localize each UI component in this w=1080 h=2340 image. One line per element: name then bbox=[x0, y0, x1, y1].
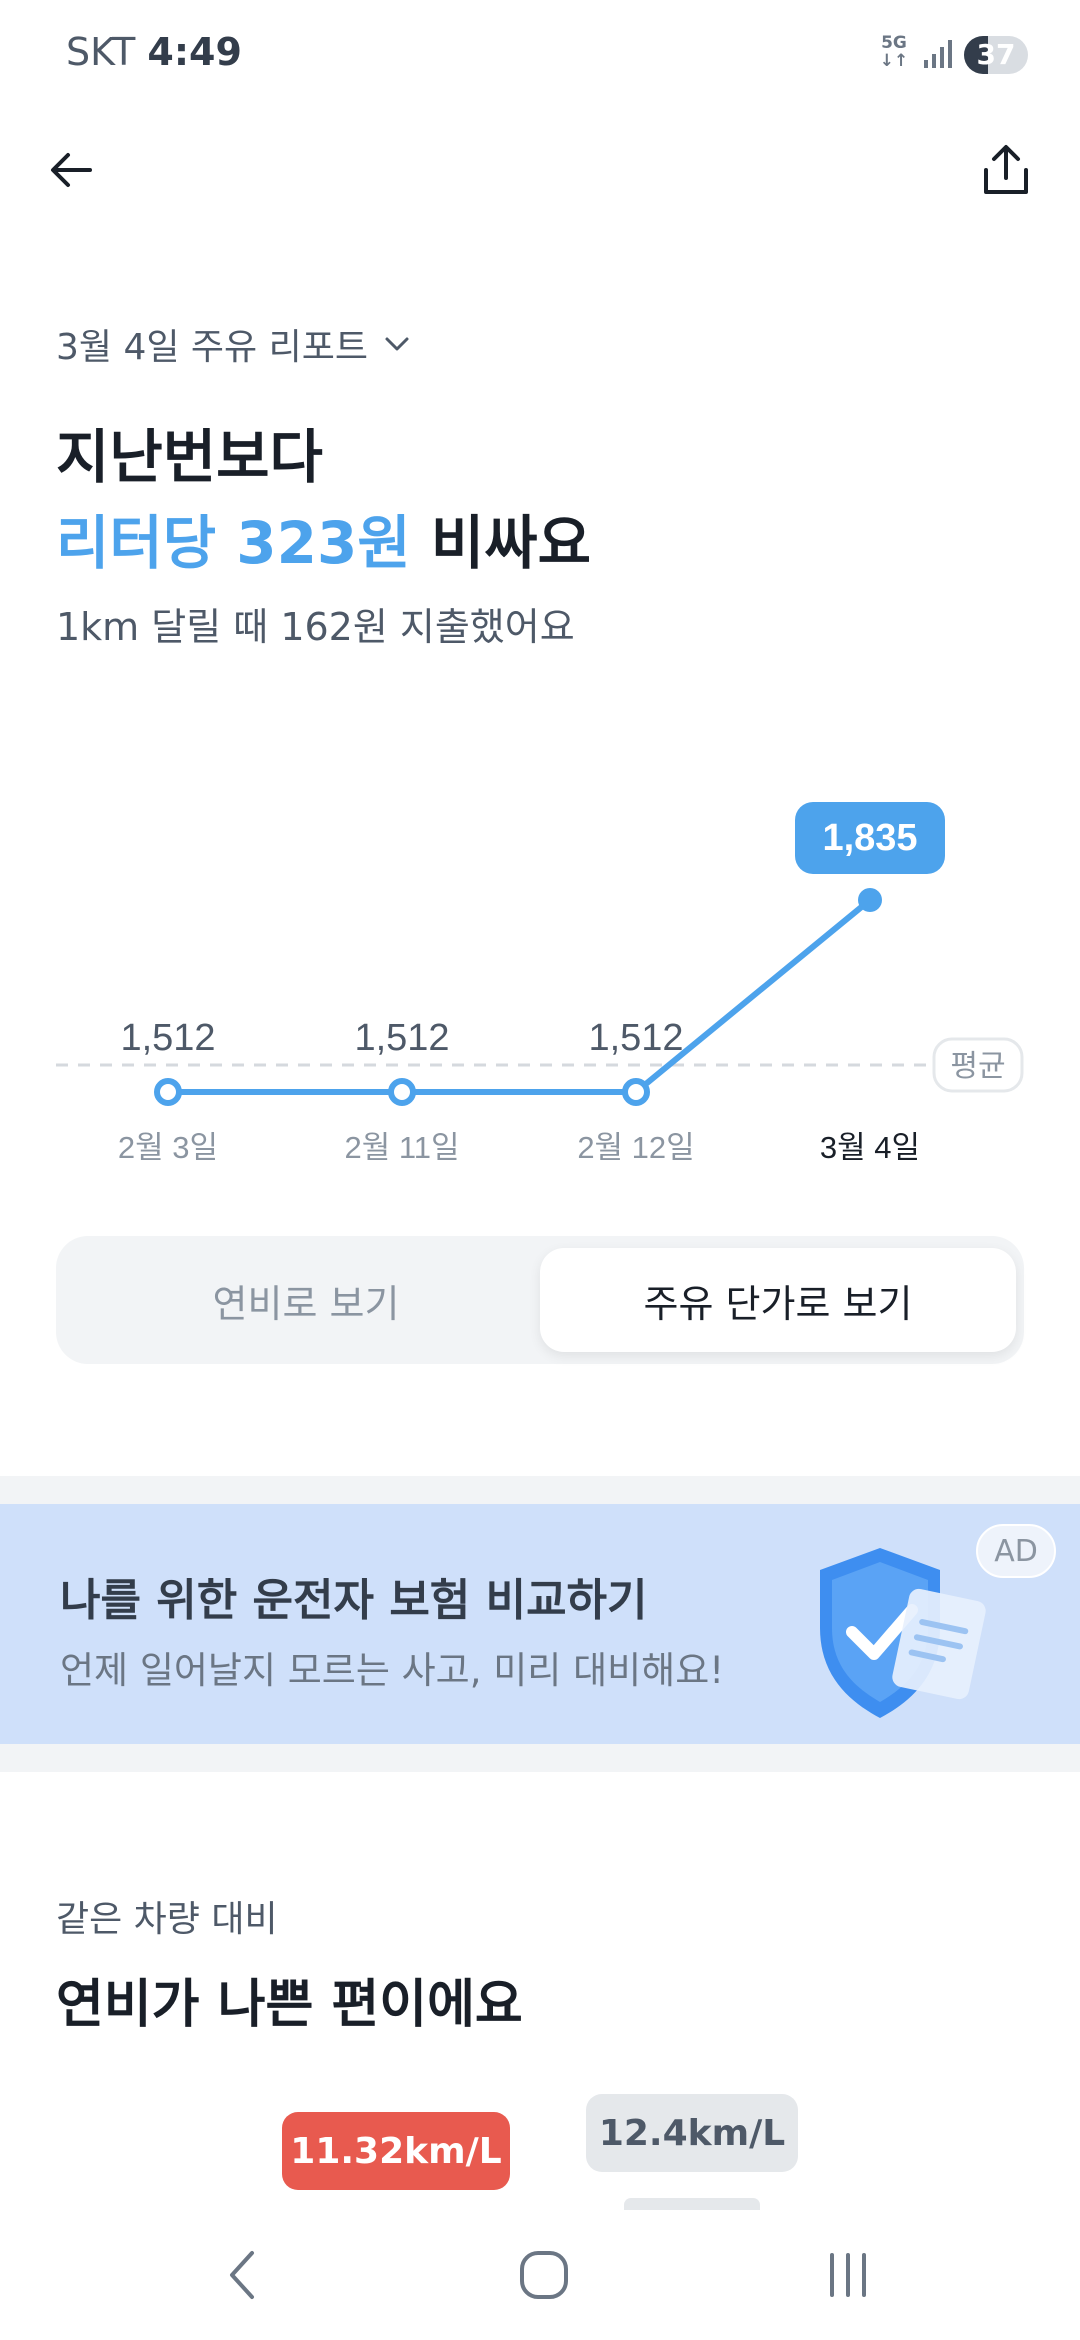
status-bar: SKT 4:49 5G ↓↑ 37 bbox=[0, 0, 1080, 110]
network-5g-icon: 5G ↓↑ bbox=[879, 33, 909, 71]
report-date-selector[interactable]: 3월 4일 주유 리포트 bbox=[56, 318, 410, 370]
data-point-highlight bbox=[858, 888, 882, 912]
chevron-down-icon bbox=[385, 337, 409, 351]
fuel-price-chart-svg: 평균 1,512 2월 3일 1,512 2월 11일 1,512 2월 12일 1,835 3… bbox=[56, 802, 1024, 1165]
headline-accent: 리터당 323원 bbox=[56, 509, 411, 577]
signal-icon bbox=[924, 40, 952, 68]
headline-rest: 비싸요 bbox=[410, 509, 591, 577]
back-button[interactable] bbox=[32, 130, 112, 210]
data-label-highlight: 1,835 bbox=[822, 817, 917, 859]
data-point bbox=[388, 1078, 416, 1106]
ad-subtitle: 언제 일어날지 모르는 사고, 미리 대비해요! bbox=[60, 1649, 725, 1692]
data-point bbox=[154, 1078, 182, 1106]
price-series-line bbox=[168, 897, 872, 1095]
comparison-label: 같은 차량 대비 bbox=[56, 1899, 278, 1940]
report-date-label: 3월 4일 주유 리포트 bbox=[56, 327, 368, 368]
average-fuel-efficiency-badge: 12.4km/L bbox=[586, 2094, 798, 2172]
ad-title: 나를 위한 운전자 보험 비교하기 bbox=[60, 1575, 648, 1626]
system-nav-bar bbox=[0, 2210, 1080, 2340]
battery-level: 37 bbox=[976, 38, 1016, 71]
arrow-left-icon bbox=[51, 153, 92, 187]
my-fuel-efficiency-badge: 11.32km/L bbox=[282, 2112, 510, 2190]
data-label: 1,512 bbox=[354, 1017, 449, 1059]
nav-back-button[interactable] bbox=[192, 2238, 292, 2312]
x-tick-label: 2월 11일 bbox=[344, 1130, 459, 1165]
status-carrier-time: SKT 4:49 bbox=[66, 30, 242, 74]
data-label: 1,512 bbox=[120, 1017, 215, 1059]
app-bar bbox=[0, 120, 1080, 220]
data-label: 1,512 bbox=[588, 1017, 683, 1059]
battery-icon: 37 bbox=[964, 36, 1028, 74]
nav-recent-apps-icon bbox=[830, 2253, 866, 2297]
nav-recent-apps-button[interactable] bbox=[798, 2238, 898, 2312]
cost-per-km-text: 1km 달릴 때 162원 지출했어요 bbox=[56, 605, 575, 649]
x-tick-label: 3월 4일 bbox=[820, 1130, 920, 1165]
nav-home-button[interactable] bbox=[494, 2238, 594, 2312]
carrier: SKT bbox=[66, 30, 136, 74]
insurance-ad-banner[interactable]: 나를 위한 운전자 보험 비교하기 언제 일어날지 모르는 사고, 미리 대비해… bbox=[0, 1504, 1080, 1744]
view-mode-toggle: 연비로 보기 주유 단가로 보기 bbox=[56, 1236, 1024, 1364]
clock: 4:49 bbox=[147, 30, 242, 74]
share-icon bbox=[984, 145, 1028, 194]
comparison-title: 연비가 나쁜 편이에요 bbox=[56, 1975, 523, 2035]
x-tick-label: 2월 3일 bbox=[118, 1130, 218, 1165]
headline-line1: 지난번보다 bbox=[56, 423, 323, 491]
nav-back-icon bbox=[230, 2251, 254, 2299]
fuel-price-chart: 평균 1,512 2월 3일 1,512 2월 11일 1,512 2월 12일 1,835 3… bbox=[0, 780, 1080, 1180]
average-label: 평균 bbox=[950, 1050, 1005, 1083]
x-tick-label: 2월 12일 bbox=[577, 1130, 694, 1165]
headline-line2: 리터당 323원 비싸요 bbox=[56, 496, 591, 580]
ad-badge: AD bbox=[976, 1524, 1056, 1578]
tab-fuel-unit-price[interactable]: 주유 단가로 보기 bbox=[540, 1248, 1016, 1352]
tab-fuel-efficiency[interactable]: 연비로 보기 bbox=[68, 1248, 544, 1352]
nav-home-icon bbox=[520, 2251, 568, 2299]
share-button[interactable] bbox=[966, 130, 1046, 210]
data-point bbox=[622, 1078, 650, 1106]
